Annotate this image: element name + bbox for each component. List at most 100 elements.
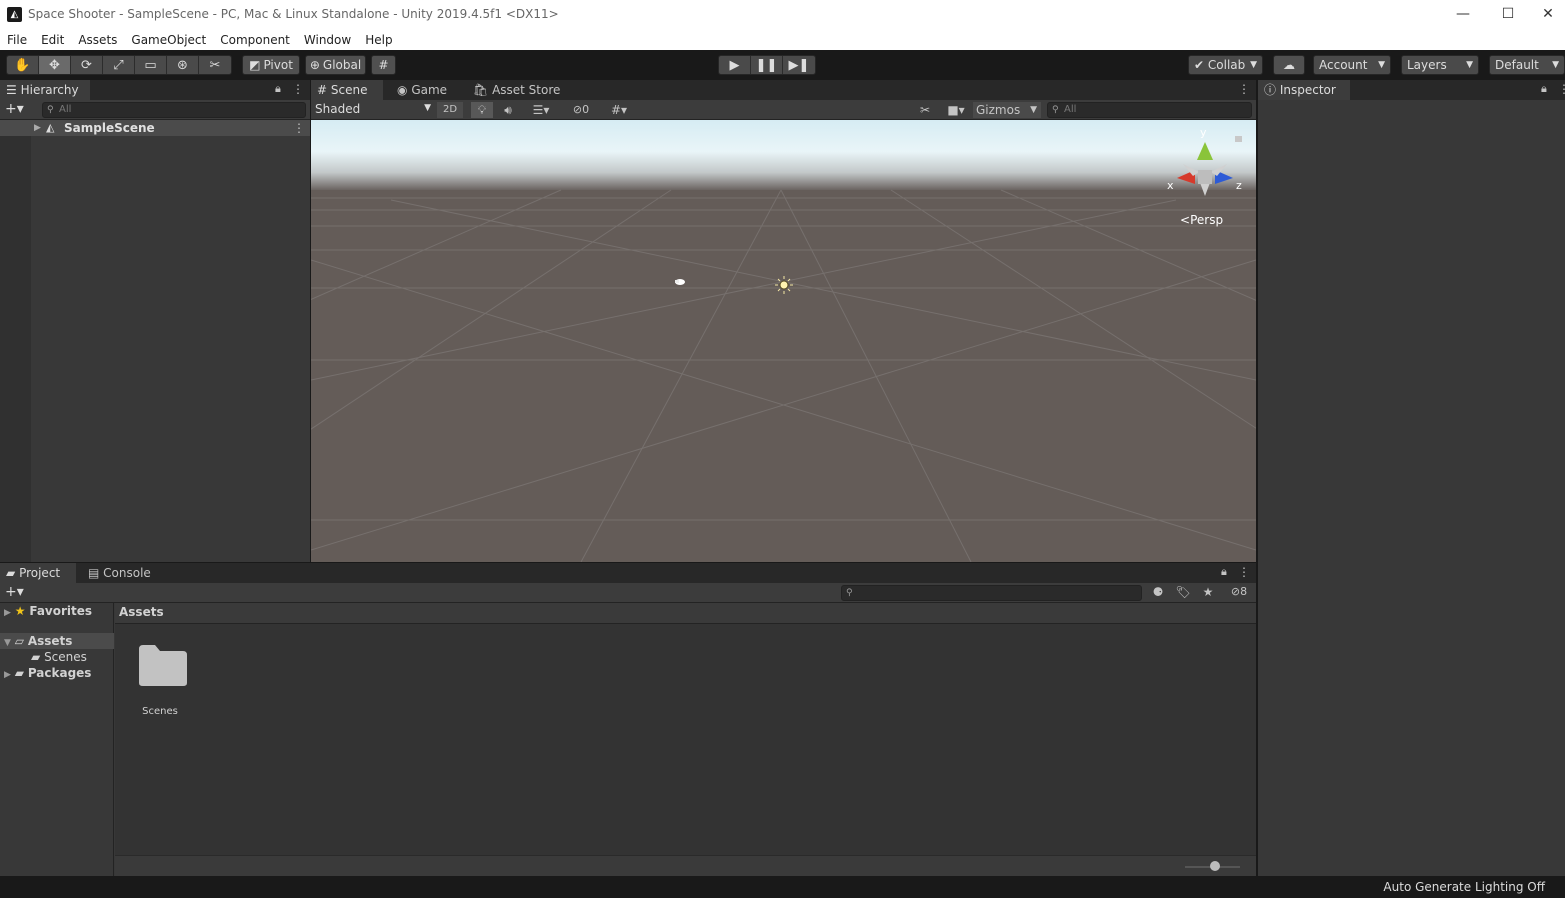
hidden-count: 0 (582, 103, 590, 116)
rect-tool-icon[interactable]: ▭ (135, 56, 167, 74)
pivot-label: Pivot (263, 58, 293, 72)
tree-item-favorites[interactable]: ▶ ★ Favorites (4, 603, 114, 619)
custom-tool-icon[interactable]: ✂ (199, 56, 231, 74)
scene-name: SampleScene (64, 121, 155, 135)
tab-asset-store[interactable]: 🛍︎ Asset Store (467, 80, 567, 100)
lock-rotation-icon[interactable] (1235, 136, 1242, 142)
expand-arrow-icon[interactable]: ▶ (34, 120, 41, 136)
menu-component[interactable]: Component (220, 33, 296, 47)
more-options-icon[interactable]: ⋮ (1238, 565, 1250, 579)
gizmos-label: Gizmos (976, 103, 1021, 117)
open-folder-icon: ▱ (14, 634, 24, 648)
rotate-tool-icon[interactable]: ⟳ (71, 56, 103, 74)
play-icon[interactable]: ▶ (719, 56, 751, 74)
project-search-input[interactable]: ⚲ (841, 585, 1142, 601)
pause-icon[interactable]: ❚❚ (751, 56, 783, 74)
tab-game[interactable]: ◉ Game (391, 80, 461, 100)
search-icon: ⚲ (47, 105, 54, 115)
favorite-star-icon[interactable]: ★ (1198, 585, 1218, 599)
tools-icon[interactable]: ✂ (915, 102, 935, 118)
tree-item-assets[interactable]: ▼ ▱ Assets (0, 633, 114, 649)
camera-gizmo-icon[interactable] (675, 279, 685, 285)
filter-by-label-icon[interactable]: 🏷︎ (1173, 585, 1193, 599)
collapse-arrow-icon[interactable]: ▼ (4, 638, 11, 648)
layout-dropdown[interactable]: Default ▼ (1489, 55, 1565, 75)
more-options-icon[interactable]: ⋮ (1238, 82, 1250, 96)
gizmo-y-label: y (1200, 126, 1207, 139)
grid-snap-button[interactable]: # (371, 55, 396, 75)
more-options-icon[interactable]: ⋮ (1558, 82, 1565, 96)
tab-scene[interactable]: # Scene (311, 80, 383, 100)
menu-file[interactable]: File (7, 33, 33, 47)
collab-dropdown[interactable]: ✔ Collab ▼ (1188, 55, 1263, 75)
breadcrumb-assets[interactable]: Assets (119, 605, 164, 619)
scene-tabbar: # Scene ◉ Game 🛍︎ Asset Store ⋮ (311, 80, 1256, 100)
global-toggle[interactable]: ⊕ Global (305, 55, 366, 75)
create-plus-icon[interactable]: +▾ (5, 101, 24, 117)
transform-tools: ✋ ✥ ⟳ ⤢ ▭ ⊛ ✂ (6, 55, 232, 75)
hierarchy-search-placeholder: All (59, 104, 72, 115)
folder-icon: ▰ (31, 650, 41, 664)
lock-icon[interactable]: 🔒︎ (1221, 565, 1227, 579)
hierarchy-scene-row[interactable]: ▶ ◭ SampleScene ⋮ (0, 120, 310, 136)
step-icon[interactable]: ▶❚ (783, 56, 815, 74)
layers-dropdown[interactable]: Layers ▼ (1401, 55, 1479, 75)
camera-dropdown-icon[interactable]: ■▾ (941, 102, 971, 118)
filter-by-type-icon[interactable]: ⚈ (1148, 585, 1168, 599)
chevron-down-icon: ▼ (1552, 60, 1559, 70)
asset-item-scenes[interactable]: Scenes (129, 643, 191, 718)
transform-tool-icon[interactable]: ⊛ (167, 56, 199, 74)
more-options-icon[interactable]: ⋮ (293, 120, 305, 136)
minimize-button[interactable]: — (1440, 0, 1486, 30)
hidden-packages-toggle[interactable]: ⊘8 (1224, 585, 1254, 598)
tab-project[interactable]: ▰ Project (0, 563, 76, 583)
menu-help[interactable]: Help (365, 33, 398, 47)
hidden-objects-toggle[interactable]: ⊘0 (565, 102, 597, 118)
2d-mode-toggle[interactable]: 2D (437, 102, 463, 118)
lock-icon[interactable]: 🔒︎ (275, 82, 281, 96)
cloud-button[interactable]: ☁ (1273, 55, 1305, 75)
thumbnail-size-slider-handle[interactable] (1210, 861, 1221, 871)
hand-tool-icon[interactable]: ✋ (7, 56, 39, 74)
layers-label: Layers (1407, 58, 1447, 72)
gizmos-dropdown[interactable]: Gizmos ▼ (973, 102, 1041, 118)
effects-dropdown-icon[interactable]: ☰▾ (523, 102, 559, 118)
scene-search-input[interactable]: ⚲ All (1047, 102, 1252, 118)
tab-hierarchy[interactable]: ☰ Hierarchy (0, 80, 90, 100)
expand-arrow-icon[interactable]: ▶ (4, 670, 11, 680)
shading-mode-dropdown[interactable]: Shaded ▼ (315, 102, 431, 118)
collab-label: Collab (1207, 58, 1246, 72)
scene-viewport[interactable]: y x z <Persp (311, 120, 1256, 562)
account-dropdown[interactable]: Account ▼ (1313, 55, 1391, 75)
account-label: Account (1319, 58, 1368, 72)
chevron-down-icon: ▼ (1466, 60, 1473, 70)
global-label: Global (322, 58, 362, 72)
audio-toggle-icon[interactable]: 🔊︎ (497, 102, 519, 118)
hidden-packages-count: 8 (1240, 585, 1248, 598)
status-text: Auto Generate Lighting Off (1383, 880, 1545, 894)
tree-item-scenes[interactable]: ▰ Scenes (31, 649, 114, 665)
pivot-toggle[interactable]: ◩ Pivot (242, 55, 300, 75)
console-tab-label: Console (103, 566, 151, 580)
lighting-toggle-icon[interactable]: 💡︎ (471, 102, 493, 118)
grid-dropdown-icon[interactable]: #▾ (601, 102, 637, 118)
tab-console[interactable]: ▤ Console (82, 563, 162, 583)
tab-inspector[interactable]: ⓘ Inspector (1258, 80, 1350, 100)
perspective-toggle[interactable]: <Persp (1180, 213, 1223, 227)
menu-assets[interactable]: Assets (78, 33, 123, 47)
lock-icon[interactable]: 🔒︎ (1541, 82, 1547, 96)
hierarchy-search-input[interactable]: ⚲ All (42, 102, 306, 118)
menu-gameobject[interactable]: GameObject (131, 33, 212, 47)
persp-label: Persp (1190, 213, 1224, 227)
tree-item-packages[interactable]: ▶ ▰ Packages (4, 665, 114, 681)
move-tool-icon[interactable]: ✥ (39, 56, 71, 74)
hierarchy-toolbar: +▾ ⚲ All (0, 100, 310, 120)
menu-window[interactable]: Window (304, 33, 357, 47)
scale-tool-icon[interactable]: ⤢ (103, 56, 135, 74)
more-options-icon[interactable]: ⋮ (292, 82, 304, 96)
menu-edit[interactable]: Edit (41, 33, 70, 47)
maximize-button[interactable]: ☐ (1485, 0, 1531, 30)
expand-arrow-icon[interactable]: ▶ (4, 608, 11, 618)
create-plus-icon[interactable]: +▾ (5, 584, 24, 600)
close-button[interactable]: ✕ (1531, 0, 1565, 30)
